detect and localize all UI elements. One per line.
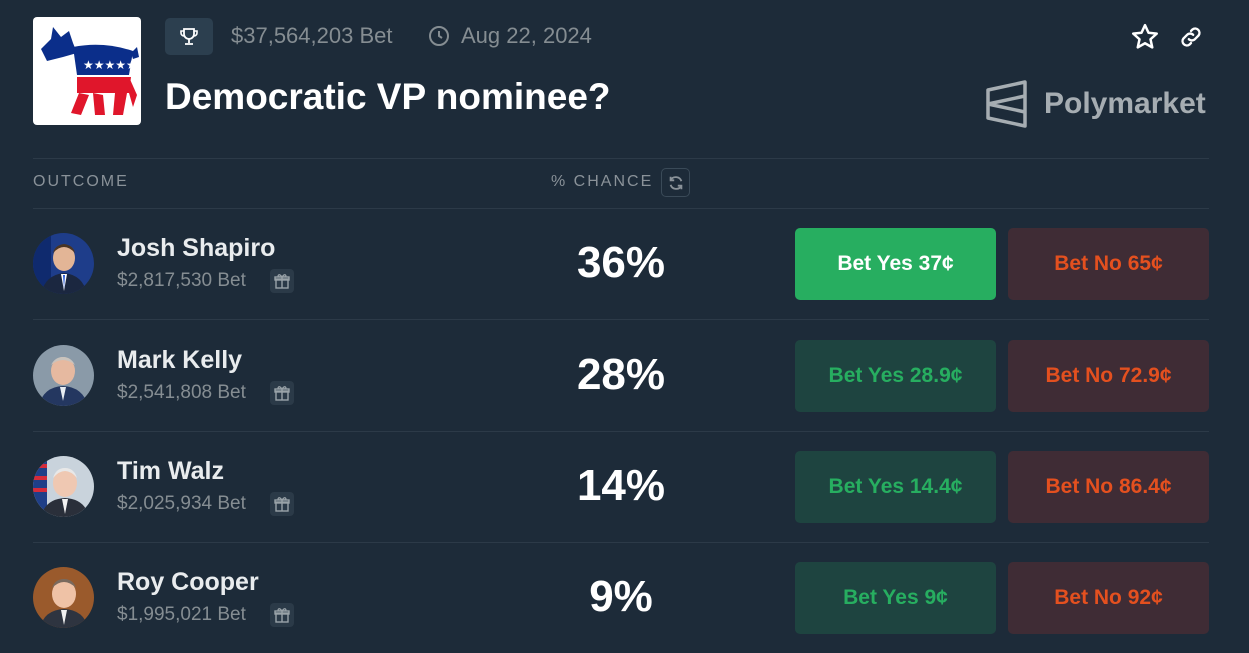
clock-icon bbox=[429, 26, 449, 46]
market-header: ★★★★★ $37,564,203 Bet Aug 22, 2024 Democ… bbox=[0, 0, 1249, 158]
trophy-badge bbox=[165, 18, 213, 55]
polymarket-logo-icon bbox=[986, 80, 1027, 128]
avatar bbox=[33, 345, 94, 406]
outcome-chance: 14% bbox=[576, 461, 666, 510]
polymarket-brand: Polymarket bbox=[1044, 87, 1206, 120]
outcome-row: Josh Shapiro $2,817,530 Bet 36% Bet Yes … bbox=[0, 208, 1249, 319]
refresh-button[interactable] bbox=[661, 168, 690, 197]
bet-yes-button[interactable]: Bet Yes 9¢ bbox=[795, 562, 996, 634]
outcome-row: Tim Walz $2,025,934 Bet 14% Bet Yes 14.4… bbox=[0, 431, 1249, 542]
outcome-row: Roy Cooper $1,995,021 Bet 9% Bet Yes 9¢ … bbox=[0, 542, 1249, 653]
bet-no-button[interactable]: Bet No 92¢ bbox=[1008, 562, 1209, 634]
market-end-date: Aug 22, 2024 bbox=[461, 23, 592, 48]
star-icon bbox=[1132, 23, 1158, 49]
gift-button[interactable] bbox=[270, 269, 294, 293]
svg-text:★★★★★: ★★★★★ bbox=[83, 58, 137, 72]
favorite-button[interactable] bbox=[1128, 20, 1162, 54]
outcome-name: Josh Shapiro bbox=[117, 234, 276, 262]
outcome-name: Roy Cooper bbox=[117, 568, 259, 596]
bet-yes-button[interactable]: Bet Yes 37¢ bbox=[795, 228, 996, 300]
divider bbox=[33, 158, 1209, 159]
gift-icon bbox=[274, 274, 290, 289]
gift-icon bbox=[274, 386, 290, 401]
outcome-volume: $2,817,530 Bet bbox=[117, 270, 246, 291]
democratic-donkey-logo: ★★★★★ bbox=[33, 17, 141, 125]
copy-link-button[interactable] bbox=[1174, 20, 1208, 54]
gift-button[interactable] bbox=[270, 603, 294, 627]
outcome-volume: $2,025,934 Bet bbox=[117, 493, 246, 514]
bet-no-button[interactable]: Bet No 72.9¢ bbox=[1008, 340, 1209, 412]
outcome-chance: 28% bbox=[576, 350, 666, 399]
link-icon bbox=[1181, 27, 1201, 47]
refresh-icon bbox=[669, 175, 682, 190]
outcome-row: Mark Kelly $2,541,808 Bet 28% Bet Yes 28… bbox=[0, 320, 1249, 431]
column-header-chance: % CHANCE bbox=[551, 173, 654, 190]
market-volume: $37,564,203 Bet bbox=[231, 23, 393, 48]
avatar bbox=[33, 456, 94, 517]
gift-icon bbox=[274, 608, 290, 623]
gift-icon bbox=[274, 497, 290, 512]
outcome-chance: 9% bbox=[589, 572, 653, 621]
outcome-name: Mark Kelly bbox=[117, 346, 243, 374]
outcome-volume: $2,541,808 Bet bbox=[117, 382, 246, 403]
avatar bbox=[33, 567, 94, 628]
column-header-outcome: OUTCOME bbox=[33, 173, 129, 190]
bet-yes-button[interactable]: Bet Yes 28.9¢ bbox=[795, 340, 996, 412]
gift-button[interactable] bbox=[270, 381, 294, 405]
outcome-volume: $1,995,021 Bet bbox=[117, 604, 246, 625]
bet-no-button[interactable]: Bet No 65¢ bbox=[1008, 228, 1209, 300]
trophy-icon bbox=[180, 27, 198, 45]
avatar bbox=[33, 233, 94, 294]
outcome-name: Tim Walz bbox=[117, 457, 224, 485]
market-title: Democratic VP nominee? bbox=[165, 76, 611, 117]
bet-yes-button[interactable]: Bet Yes 14.4¢ bbox=[795, 451, 996, 523]
bet-no-button[interactable]: Bet No 86.4¢ bbox=[1008, 451, 1209, 523]
outcome-chance: 36% bbox=[576, 238, 666, 287]
gift-button[interactable] bbox=[270, 492, 294, 516]
